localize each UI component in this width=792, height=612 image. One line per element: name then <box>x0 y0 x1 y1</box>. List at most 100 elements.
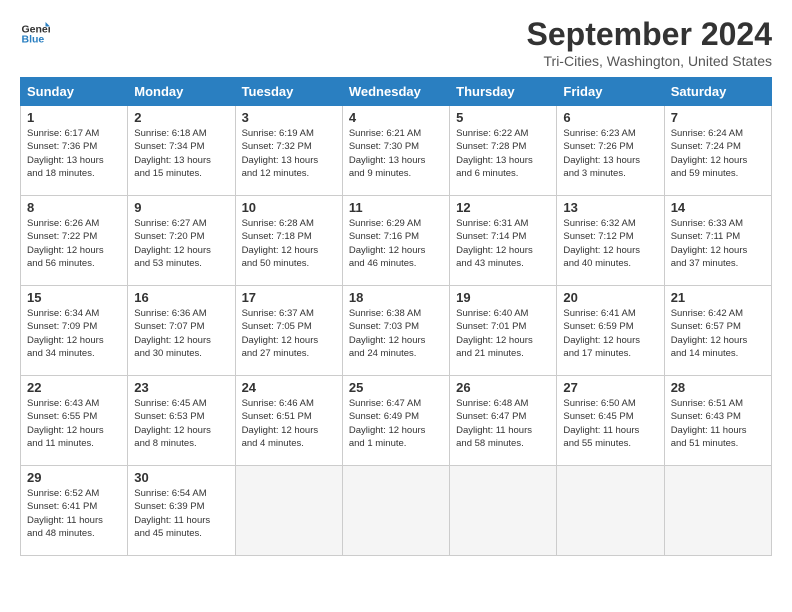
day-info: Sunrise: 6:36 AM Sunset: 7:07 PM Dayligh… <box>134 307 228 360</box>
day-number: 22 <box>27 380 121 395</box>
day-number: 9 <box>134 200 228 215</box>
day-info: Sunrise: 6:24 AM Sunset: 7:24 PM Dayligh… <box>671 127 765 180</box>
day-info: Sunrise: 6:41 AM Sunset: 6:59 PM Dayligh… <box>563 307 657 360</box>
header-saturday: Saturday <box>664 78 771 106</box>
header-friday: Friday <box>557 78 664 106</box>
day-info: Sunrise: 6:18 AM Sunset: 7:34 PM Dayligh… <box>134 127 228 180</box>
svg-text:Blue: Blue <box>22 33 45 45</box>
calendar-week-row: 1 Sunrise: 6:17 AM Sunset: 7:36 PM Dayli… <box>21 106 772 196</box>
day-number: 26 <box>456 380 550 395</box>
calendar-day-cell: 27 Sunrise: 6:50 AM Sunset: 6:45 PM Dayl… <box>557 376 664 466</box>
calendar-day-cell: 3 Sunrise: 6:19 AM Sunset: 7:32 PM Dayli… <box>235 106 342 196</box>
day-number: 28 <box>671 380 765 395</box>
day-info: Sunrise: 6:31 AM Sunset: 7:14 PM Dayligh… <box>456 217 550 270</box>
calendar-day-cell: 23 Sunrise: 6:45 AM Sunset: 6:53 PM Dayl… <box>128 376 235 466</box>
calendar-day-cell: 12 Sunrise: 6:31 AM Sunset: 7:14 PM Dayl… <box>450 196 557 286</box>
day-number: 23 <box>134 380 228 395</box>
day-number: 8 <box>27 200 121 215</box>
day-info: Sunrise: 6:34 AM Sunset: 7:09 PM Dayligh… <box>27 307 121 360</box>
calendar-day-cell: 4 Sunrise: 6:21 AM Sunset: 7:30 PM Dayli… <box>342 106 449 196</box>
calendar-day-cell: 18 Sunrise: 6:38 AM Sunset: 7:03 PM Dayl… <box>342 286 449 376</box>
day-info: Sunrise: 6:33 AM Sunset: 7:11 PM Dayligh… <box>671 217 765 270</box>
day-number: 16 <box>134 290 228 305</box>
calendar-week-row: 22 Sunrise: 6:43 AM Sunset: 6:55 PM Dayl… <box>21 376 772 466</box>
day-info: Sunrise: 6:23 AM Sunset: 7:26 PM Dayligh… <box>563 127 657 180</box>
day-number: 17 <box>242 290 336 305</box>
day-info: Sunrise: 6:48 AM Sunset: 6:47 PM Dayligh… <box>456 397 550 450</box>
calendar-day-cell <box>235 466 342 556</box>
day-number: 12 <box>456 200 550 215</box>
day-info: Sunrise: 6:28 AM Sunset: 7:18 PM Dayligh… <box>242 217 336 270</box>
day-number: 6 <box>563 110 657 125</box>
day-info: Sunrise: 6:37 AM Sunset: 7:05 PM Dayligh… <box>242 307 336 360</box>
calendar-day-cell <box>342 466 449 556</box>
weekday-header-row: Sunday Monday Tuesday Wednesday Thursday… <box>21 78 772 106</box>
day-info: Sunrise: 6:22 AM Sunset: 7:28 PM Dayligh… <box>456 127 550 180</box>
day-info: Sunrise: 6:51 AM Sunset: 6:43 PM Dayligh… <box>671 397 765 450</box>
day-info: Sunrise: 6:43 AM Sunset: 6:55 PM Dayligh… <box>27 397 121 450</box>
day-number: 2 <box>134 110 228 125</box>
day-number: 3 <box>242 110 336 125</box>
day-info: Sunrise: 6:26 AM Sunset: 7:22 PM Dayligh… <box>27 217 121 270</box>
calendar-day-cell: 30 Sunrise: 6:54 AM Sunset: 6:39 PM Dayl… <box>128 466 235 556</box>
day-info: Sunrise: 6:45 AM Sunset: 6:53 PM Dayligh… <box>134 397 228 450</box>
calendar-day-cell: 24 Sunrise: 6:46 AM Sunset: 6:51 PM Dayl… <box>235 376 342 466</box>
calendar-day-cell: 15 Sunrise: 6:34 AM Sunset: 7:09 PM Dayl… <box>21 286 128 376</box>
day-number: 21 <box>671 290 765 305</box>
calendar-week-row: 15 Sunrise: 6:34 AM Sunset: 7:09 PM Dayl… <box>21 286 772 376</box>
calendar-day-cell: 9 Sunrise: 6:27 AM Sunset: 7:20 PM Dayli… <box>128 196 235 286</box>
day-info: Sunrise: 6:40 AM Sunset: 7:01 PM Dayligh… <box>456 307 550 360</box>
calendar-day-cell <box>557 466 664 556</box>
day-info: Sunrise: 6:54 AM Sunset: 6:39 PM Dayligh… <box>134 487 228 540</box>
calendar-day-cell: 6 Sunrise: 6:23 AM Sunset: 7:26 PM Dayli… <box>557 106 664 196</box>
day-number: 15 <box>27 290 121 305</box>
day-info: Sunrise: 6:46 AM Sunset: 6:51 PM Dayligh… <box>242 397 336 450</box>
day-number: 7 <box>671 110 765 125</box>
day-number: 14 <box>671 200 765 215</box>
calendar-day-cell: 16 Sunrise: 6:36 AM Sunset: 7:07 PM Dayl… <box>128 286 235 376</box>
day-number: 20 <box>563 290 657 305</box>
calendar-day-cell: 10 Sunrise: 6:28 AM Sunset: 7:18 PM Dayl… <box>235 196 342 286</box>
day-number: 5 <box>456 110 550 125</box>
page-header: General Blue September 2024 Tri-Cities, … <box>20 16 772 69</box>
day-info: Sunrise: 6:42 AM Sunset: 6:57 PM Dayligh… <box>671 307 765 360</box>
day-number: 1 <box>27 110 121 125</box>
header-thursday: Thursday <box>450 78 557 106</box>
title-section: September 2024 Tri-Cities, Washington, U… <box>527 16 772 69</box>
calendar-day-cell: 29 Sunrise: 6:52 AM Sunset: 6:41 PM Dayl… <box>21 466 128 556</box>
calendar-day-cell: 19 Sunrise: 6:40 AM Sunset: 7:01 PM Dayl… <box>450 286 557 376</box>
day-info: Sunrise: 6:27 AM Sunset: 7:20 PM Dayligh… <box>134 217 228 270</box>
calendar-day-cell: 1 Sunrise: 6:17 AM Sunset: 7:36 PM Dayli… <box>21 106 128 196</box>
day-number: 30 <box>134 470 228 485</box>
calendar-day-cell: 5 Sunrise: 6:22 AM Sunset: 7:28 PM Dayli… <box>450 106 557 196</box>
calendar-day-cell <box>450 466 557 556</box>
calendar-day-cell <box>664 466 771 556</box>
header-sunday: Sunday <box>21 78 128 106</box>
calendar-day-cell: 22 Sunrise: 6:43 AM Sunset: 6:55 PM Dayl… <box>21 376 128 466</box>
calendar-day-cell: 20 Sunrise: 6:41 AM Sunset: 6:59 PM Dayl… <box>557 286 664 376</box>
day-info: Sunrise: 6:19 AM Sunset: 7:32 PM Dayligh… <box>242 127 336 180</box>
calendar-day-cell: 7 Sunrise: 6:24 AM Sunset: 7:24 PM Dayli… <box>664 106 771 196</box>
calendar-day-cell: 14 Sunrise: 6:33 AM Sunset: 7:11 PM Dayl… <box>664 196 771 286</box>
day-info: Sunrise: 6:52 AM Sunset: 6:41 PM Dayligh… <box>27 487 121 540</box>
calendar-day-cell: 17 Sunrise: 6:37 AM Sunset: 7:05 PM Dayl… <box>235 286 342 376</box>
calendar-day-cell: 13 Sunrise: 6:32 AM Sunset: 7:12 PM Dayl… <box>557 196 664 286</box>
calendar-day-cell: 8 Sunrise: 6:26 AM Sunset: 7:22 PM Dayli… <box>21 196 128 286</box>
calendar-day-cell: 21 Sunrise: 6:42 AM Sunset: 6:57 PM Dayl… <box>664 286 771 376</box>
logo-icon: General Blue <box>20 16 50 46</box>
location: Tri-Cities, Washington, United States <box>527 53 772 69</box>
day-number: 25 <box>349 380 443 395</box>
calendar-body: 1 Sunrise: 6:17 AM Sunset: 7:36 PM Dayli… <box>21 106 772 556</box>
day-info: Sunrise: 6:21 AM Sunset: 7:30 PM Dayligh… <box>349 127 443 180</box>
day-number: 4 <box>349 110 443 125</box>
day-info: Sunrise: 6:47 AM Sunset: 6:49 PM Dayligh… <box>349 397 443 450</box>
day-number: 18 <box>349 290 443 305</box>
day-number: 19 <box>456 290 550 305</box>
calendar-day-cell: 28 Sunrise: 6:51 AM Sunset: 6:43 PM Dayl… <box>664 376 771 466</box>
calendar-day-cell: 25 Sunrise: 6:47 AM Sunset: 6:49 PM Dayl… <box>342 376 449 466</box>
header-monday: Monday <box>128 78 235 106</box>
logo: General Blue <box>20 16 50 46</box>
day-number: 10 <box>242 200 336 215</box>
day-info: Sunrise: 6:50 AM Sunset: 6:45 PM Dayligh… <box>563 397 657 450</box>
day-number: 11 <box>349 200 443 215</box>
